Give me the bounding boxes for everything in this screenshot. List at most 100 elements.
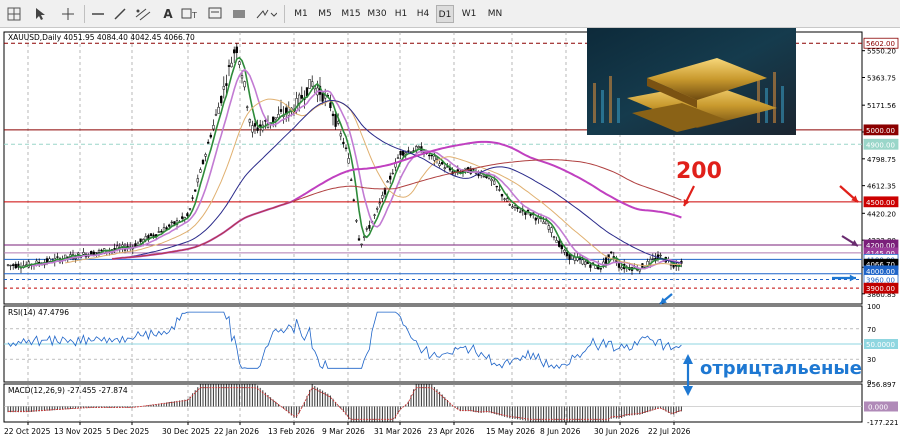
candle-body [168,224,171,227]
candle-body [6,264,10,266]
candle-body [253,123,257,127]
candle-body [199,169,202,173]
candle-body [347,158,350,164]
timeframe-w1-button[interactable]: W1 [460,5,478,23]
candle-body [568,253,571,260]
time-label: 13 Nov 2025 [54,427,102,436]
candle-body [139,238,142,242]
ma-fast-green[interactable] [18,56,682,270]
candle-body [209,134,212,138]
timeframe-m1-button[interactable]: M1 [292,5,310,23]
blue-arrow-to-lows [659,293,673,305]
candle-body [490,178,493,182]
candle-body [589,264,592,268]
candle-body [350,179,353,181]
candle-body [547,225,550,230]
svg-text:3900.00: 3900.00 [866,285,895,293]
timeframe-m5-button[interactable]: M5 [316,5,334,23]
candle-body [482,175,485,178]
shapes-icon[interactable]: T [180,4,202,24]
candle-body [560,244,563,250]
candle-body [599,268,602,270]
candle-body [357,238,361,241]
text-icon[interactable]: A [160,4,176,24]
toolbar: A T M1 M5 M15 M30 H1 H4 D1 W1 MN [0,0,900,28]
hline-icon[interactable] [90,4,106,24]
candle-body [659,254,662,257]
rsi-tick-label: 100 [867,303,880,311]
candle-body [329,102,332,109]
price-badge-4900.00: 4900.00 [863,138,899,150]
timeframe-h4-button[interactable]: H4 [414,5,432,23]
timeframe-m30-button[interactable]: M30 [366,5,388,23]
candle-body [503,198,506,200]
fill-icon[interactable] [230,4,248,24]
rsi-tick-label: 70 [867,326,876,334]
candle-body [240,75,244,79]
candle-body [555,240,558,243]
svg-text:0.000: 0.000 [868,403,888,411]
side-note-annotation: отрицтальеные [700,358,862,379]
candle-body [311,81,314,87]
macd-label: MACD(12,26,9) -27.455 -27.874 [8,386,128,395]
price-badge-5602.00: 5602.00 [863,37,899,49]
candle-body [508,204,511,206]
price-tick-label: 5171.56 [867,102,896,110]
rsi-line[interactable] [7,311,682,369]
candle-body [149,233,153,236]
candle-body [165,227,168,230]
candle-body [248,119,251,123]
red-arrow-to-ma200 [683,185,695,207]
price-tick-label: 4420.20 [867,210,896,218]
crosshair-icon[interactable] [60,4,76,24]
svg-text:50.0000: 50.0000 [866,341,895,349]
candle-body [277,114,280,119]
cursor-icon[interactable] [32,4,48,24]
time-label: 5 Dec 2025 [106,427,149,436]
arrow-tool-icon[interactable] [254,4,278,24]
candle-body [443,167,446,169]
candle-body [217,106,220,114]
candle-body [417,146,420,149]
chart-area[interactable]: XAUUSD,Daily 4051.95 4084.40 4042.45 406… [0,28,900,440]
candle-body [48,258,51,262]
timeframe-h1-button[interactable]: H1 [392,5,410,23]
trendline-icon[interactable] [112,4,128,24]
flag-icon[interactable] [206,4,224,24]
red-arrow-to-4500 [839,185,859,203]
candle-body [477,174,480,177]
candle-body [402,150,405,156]
time-label: 23 Apr 2026 [428,427,475,436]
candle-body [519,211,522,213]
macd-zero-badge: 0.000 [864,401,898,412]
channel-icon[interactable] [134,4,152,24]
timeframe-d1-button[interactable]: D1 [436,5,454,23]
candle-body [563,249,566,253]
timeframe-m15-button[interactable]: M15 [340,5,362,23]
candle-body [233,49,236,54]
candle-body [604,257,608,264]
candle-body [230,62,233,68]
candle-body [552,236,556,238]
candle-body [157,231,160,233]
time-label: 30 Dec 2025 [162,427,210,436]
candles [6,43,683,275]
macd-tick-label: 256.897 [867,381,896,389]
candle-body [160,230,163,233]
candle-body [365,228,368,230]
candle-body [545,220,548,225]
candle-body [56,256,59,258]
candle-body [337,121,340,124]
time-label: 22 Oct 2025 [4,427,51,436]
candle-body [77,252,80,255]
candle-body [188,208,192,210]
timeframe-mn-button[interactable]: MN [484,5,506,23]
candle-body [526,210,530,212]
grid-icon[interactable] [6,4,22,24]
candle-body [331,113,335,117]
svg-text:4900.00: 4900.00 [866,141,895,149]
candle-body [428,154,431,157]
ma-magenta[interactable] [111,140,682,260]
candle-body [355,220,358,222]
candle-body [511,206,514,209]
